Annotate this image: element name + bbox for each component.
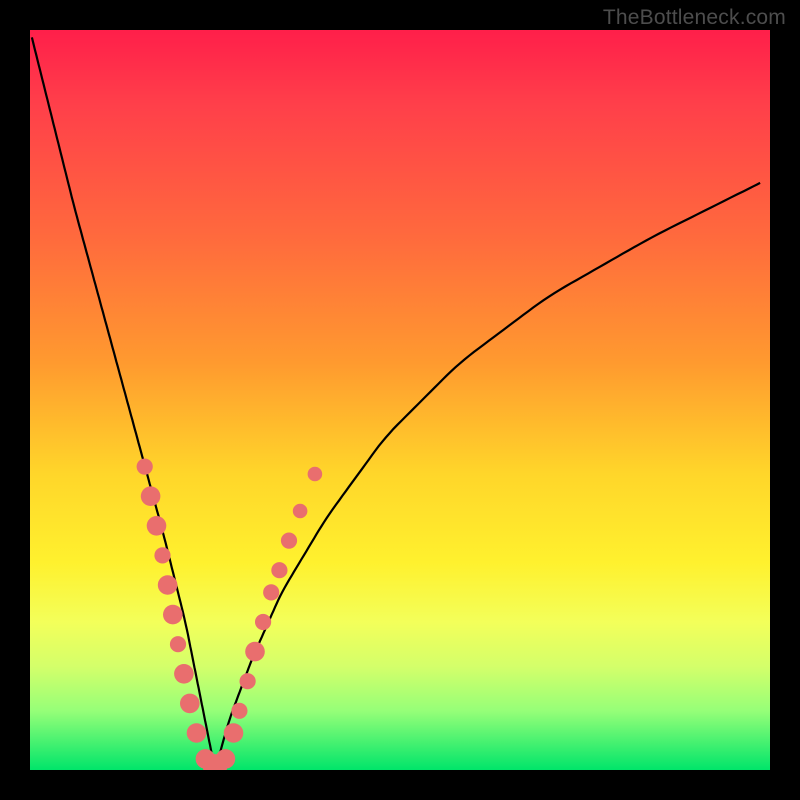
curve-marker (163, 605, 183, 625)
curve-marker (216, 749, 236, 769)
curve-marker (308, 467, 323, 482)
curve-marker (137, 459, 153, 475)
curve-marker (293, 504, 308, 519)
curve-marker (255, 614, 271, 630)
curve-marker (147, 516, 167, 536)
curve-marker (240, 673, 256, 689)
curve-marker (281, 533, 297, 549)
curve-marker (154, 547, 170, 563)
curve-marker (174, 664, 194, 684)
curve-marker (180, 694, 200, 714)
curve-marker (187, 723, 207, 743)
curve-marker (158, 575, 178, 595)
bottleneck-curve-svg (30, 30, 770, 770)
curve-marker (263, 584, 279, 600)
bottleneck-curve-path (32, 37, 760, 764)
watermark-label: TheBottleneck.com (603, 6, 786, 30)
curve-marker (245, 642, 265, 662)
chart-frame: TheBottleneck.com (0, 0, 800, 800)
curve-marker (271, 562, 287, 578)
curve-marker (231, 703, 247, 719)
plot-area (30, 30, 770, 770)
curve-marker (141, 486, 161, 506)
curve-marker (224, 723, 244, 743)
curve-marker (170, 636, 186, 652)
